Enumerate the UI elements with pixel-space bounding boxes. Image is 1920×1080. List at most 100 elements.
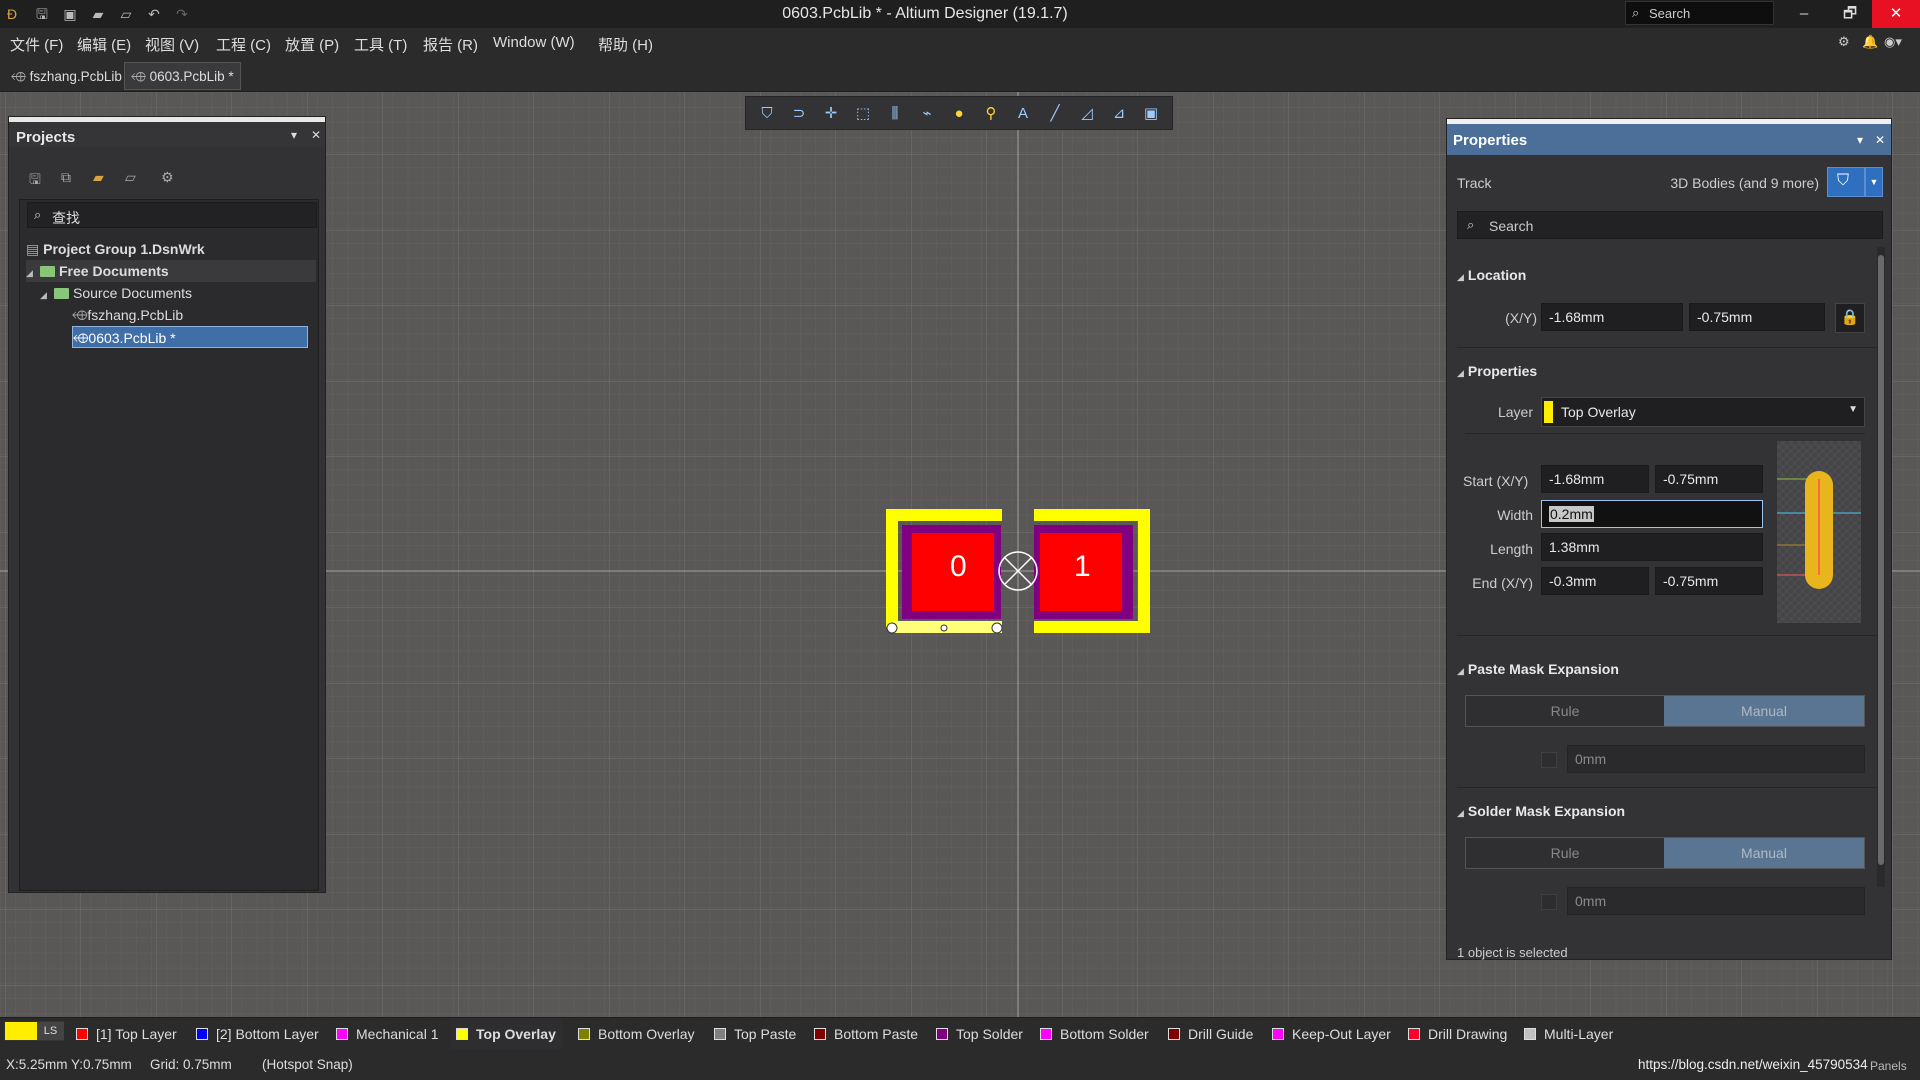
location-y-input[interactable]: -0.75mm: [1689, 303, 1825, 331]
paste-mask-checkbox[interactable]: [1541, 752, 1557, 768]
keepout-icon[interactable]: ▣: [1140, 104, 1162, 124]
layer-tab-bottom-overlay[interactable]: Bottom Overlay: [578, 1018, 694, 1050]
tab-fszhang-pcblib[interactable]: ⬲ fszhang.PcbLib: [4, 62, 129, 90]
layer-tab-top-overlay[interactable]: Top Overlay: [450, 1018, 562, 1050]
tab-0603-pcblib[interactable]: ⬲ 0603.PcbLib *: [124, 62, 241, 90]
layer-tab-top-layer[interactable]: [1] Top Layer: [76, 1018, 177, 1050]
search-placeholder: 查找: [52, 210, 80, 226]
paste-mask-value-input[interactable]: 0mm: [1567, 745, 1865, 773]
text-icon[interactable]: A: [1012, 104, 1034, 124]
layer-tab-multi-layer[interactable]: Multi-Layer: [1524, 1018, 1613, 1050]
region-icon[interactable]: ◿: [1076, 104, 1098, 124]
align-icon[interactable]: ⫼: [884, 104, 906, 124]
settings-icon[interactable]: ⚙: [1838, 34, 1850, 50]
panel-close-icon[interactable]: ✕: [1875, 133, 1885, 147]
menu-window[interactable]: Window (W): [493, 34, 575, 51]
layer-color-swatch: [1544, 401, 1553, 423]
global-search[interactable]: ⌕ Search: [1625, 1, 1774, 25]
lock-icon[interactable]: 🔒: [1835, 303, 1865, 333]
location-section-header[interactable]: ◢ Location: [1457, 267, 1526, 283]
selection-filter-button[interactable]: ⛉: [1827, 167, 1865, 197]
current-layer-color-button[interactable]: LS: [4, 1021, 64, 1041]
filter-icon[interactable]: ⛉: [756, 104, 778, 124]
paste-mask-manual-option[interactable]: Manual: [1664, 696, 1864, 726]
layer-swatch: [814, 1028, 826, 1040]
start-x-input[interactable]: -1.68mm: [1541, 465, 1649, 493]
tree-item-0603-pcblib[interactable]: ⬲0603.PcbLib *: [72, 326, 308, 348]
layer-tab-top-paste[interactable]: Top Paste: [714, 1018, 796, 1050]
expand-icon[interactable]: ◢: [26, 262, 40, 284]
layer-tab-bottom-solder[interactable]: Bottom Solder: [1040, 1018, 1149, 1050]
start-y-input[interactable]: -0.75mm: [1655, 465, 1763, 493]
layer-tab-keep-out-layer[interactable]: Keep-Out Layer: [1272, 1018, 1391, 1050]
panels-button[interactable]: Panels: [1870, 1059, 1907, 1073]
solder-mask-checkbox[interactable]: [1541, 894, 1557, 910]
route-icon[interactable]: ⊃: [788, 104, 810, 124]
solder-mask-rule-option[interactable]: Rule: [1466, 838, 1664, 868]
line-icon[interactable]: ╱: [1044, 104, 1066, 124]
width-input[interactable]: 0.2mm: [1541, 500, 1763, 528]
close-project-icon[interactable]: ▱: [125, 169, 136, 186]
watermark-url: https://blog.csdn.net/weixin_45790534: [1638, 1057, 1868, 1072]
menu-help[interactable]: 帮助 (H): [598, 34, 653, 55]
panel-menu-icon[interactable]: ▾: [1857, 133, 1863, 147]
properties-search-input[interactable]: ⌕ Search: [1457, 211, 1883, 239]
account-icon[interactable]: ◉▾: [1884, 34, 1902, 50]
layer-tab-bottom-layer[interactable]: [2] Bottom Layer: [196, 1018, 319, 1050]
tree-item-fszhang-pcblib[interactable]: ⬲fszhang.PcbLib: [72, 304, 316, 326]
layer-tab-top-solder[interactable]: Top Solder: [936, 1018, 1023, 1050]
menu-project[interactable]: 工程 (C): [216, 34, 271, 55]
layer-swatch: [714, 1028, 726, 1040]
move-icon[interactable]: ✛: [820, 104, 842, 124]
interactive-route-icon[interactable]: ⌁: [916, 104, 938, 124]
location-x-input[interactable]: -1.68mm: [1541, 303, 1683, 331]
menu-file[interactable]: 文件 (F): [10, 34, 63, 55]
tree-item-project-group[interactable]: ▤ Project Group 1.DsnWrk: [26, 238, 316, 260]
solder-mask-manual-option[interactable]: Manual: [1664, 838, 1864, 868]
scroll-thumb[interactable]: [1878, 255, 1884, 865]
divider: [1465, 433, 1865, 434]
layer-set-button[interactable]: LS: [37, 1022, 64, 1040]
menu-view[interactable]: 视图 (V): [145, 34, 199, 55]
via-icon[interactable]: ⚲: [980, 104, 1002, 124]
end-x-input[interactable]: -0.3mm: [1541, 567, 1649, 595]
layer-tab-mechanical-1[interactable]: Mechanical 1: [336, 1018, 439, 1050]
minimize-button[interactable]: –: [1780, 0, 1828, 28]
menu-tools[interactable]: 工具 (T): [354, 34, 407, 55]
expand-icon[interactable]: ◢: [40, 284, 54, 306]
select-rect-icon[interactable]: ⬚: [852, 104, 874, 124]
paste-mask-section-header[interactable]: ◢ Paste Mask Expansion: [1457, 661, 1619, 677]
properties-section-header[interactable]: ◢ Properties: [1457, 363, 1537, 379]
menu-reports[interactable]: 报告 (R): [423, 34, 478, 55]
close-button[interactable]: ✕: [1872, 0, 1920, 28]
project-search-input[interactable]: ⌕ 查找: [27, 202, 317, 228]
dimension-icon[interactable]: ⊿: [1108, 104, 1130, 124]
panel-menu-icon[interactable]: ▾: [291, 128, 297, 142]
notification-icon[interactable]: 🔔: [1862, 34, 1878, 50]
properties-scrollbar[interactable]: [1877, 247, 1885, 887]
paste-mask-rule-option[interactable]: Rule: [1466, 696, 1664, 726]
open-icon[interactable]: ▰: [93, 169, 104, 186]
layer-tab-drill-drawing[interactable]: Drill Drawing: [1408, 1018, 1507, 1050]
tree-item-free-documents[interactable]: ◢ Free Documents: [26, 260, 316, 282]
save-project-icon[interactable]: 🖫: [29, 169, 41, 193]
restore-button[interactable]: 🗗: [1826, 0, 1874, 28]
layer-tab-label: [2] Bottom Layer: [216, 1026, 319, 1042]
folder-icon: [54, 288, 69, 299]
menu-edit[interactable]: 编辑 (E): [77, 34, 131, 55]
project-options-icon[interactable]: ⚙: [161, 169, 174, 186]
menu-place[interactable]: 放置 (P): [285, 34, 339, 55]
copy-icon[interactable]: ⧉: [61, 169, 71, 186]
panel-close-icon[interactable]: ✕: [311, 128, 321, 142]
filter-dropdown-button[interactable]: ▼: [1865, 167, 1883, 197]
pad-icon[interactable]: ●: [948, 104, 970, 124]
properties-panel: Properties ▾ ✕ Track 3D Bodies (and 9 mo…: [1446, 118, 1892, 960]
solder-mask-section-header[interactable]: ◢ Solder Mask Expansion: [1457, 803, 1625, 819]
layer-tab-drill-guide[interactable]: Drill Guide: [1168, 1018, 1253, 1050]
layer-tab-bottom-paste[interactable]: Bottom Paste: [814, 1018, 918, 1050]
length-input[interactable]: 1.38mm: [1541, 533, 1763, 561]
solder-mask-value-input[interactable]: 0mm: [1567, 887, 1865, 915]
tree-item-source-documents[interactable]: ◢ Source Documents: [40, 282, 316, 304]
layer-dropdown[interactable]: Top Overlay ▼: [1541, 397, 1865, 427]
end-y-input[interactable]: -0.75mm: [1655, 567, 1763, 595]
